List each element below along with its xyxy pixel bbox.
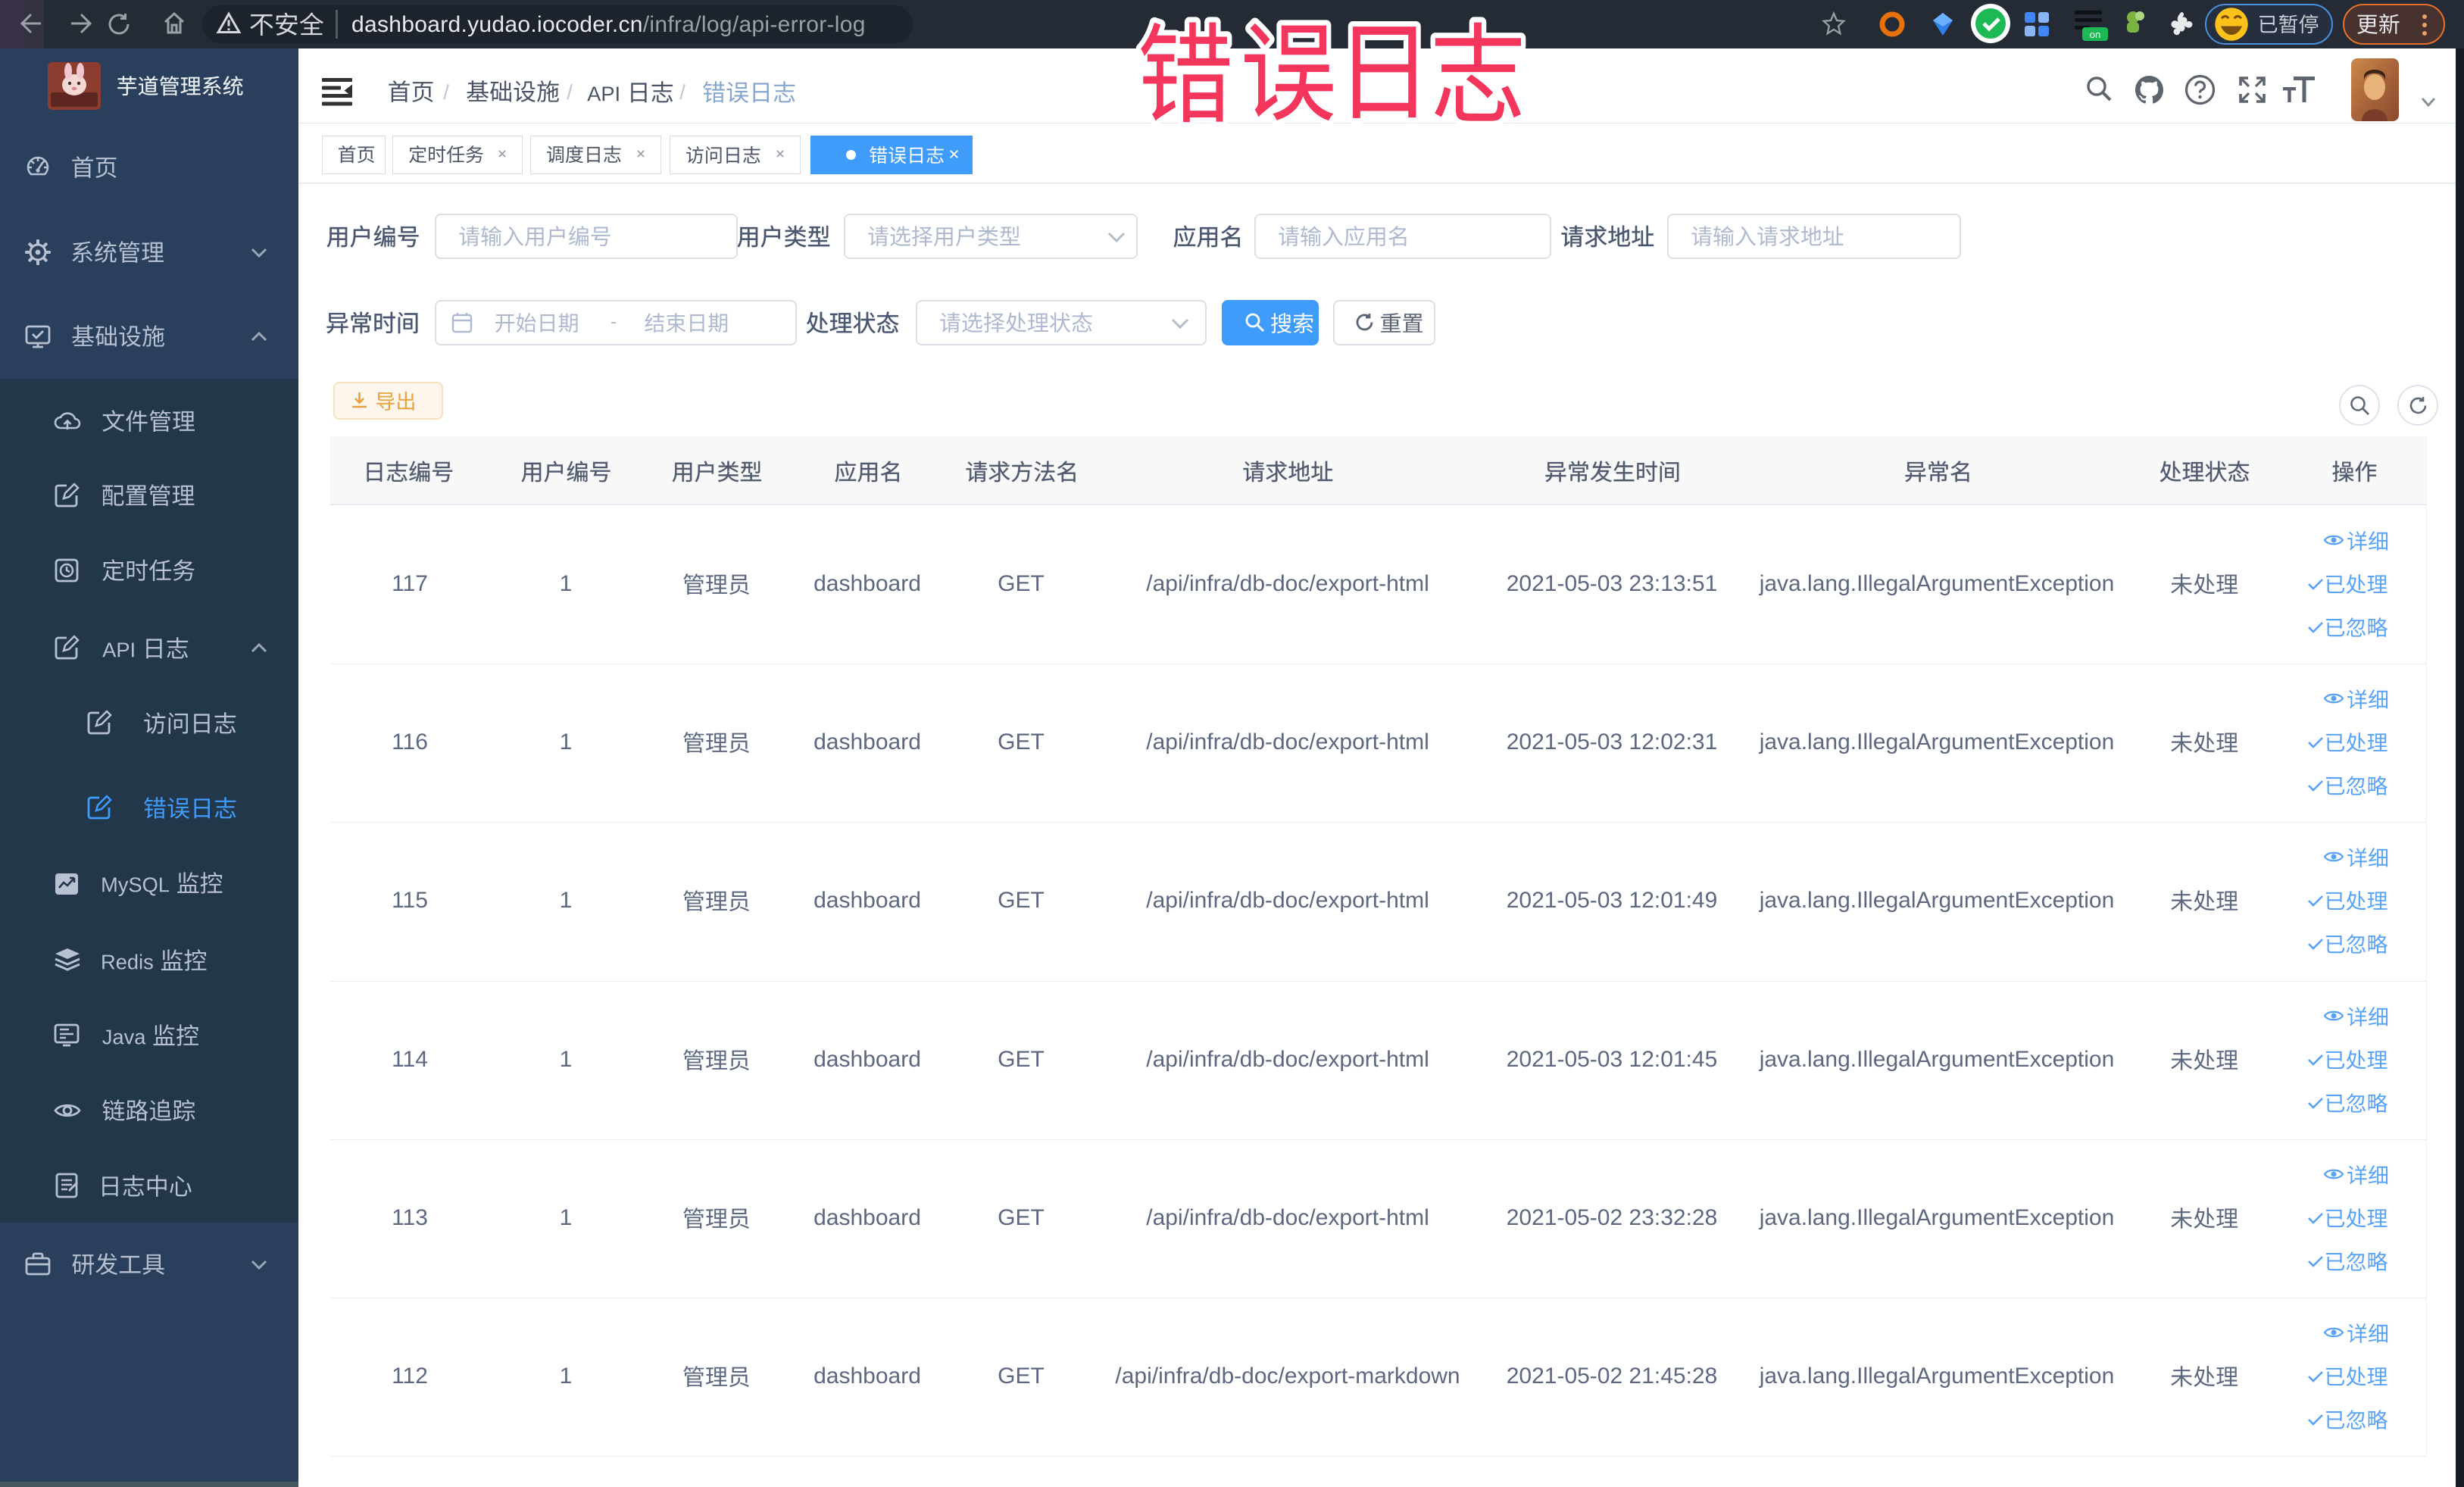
svg-text:on: on [2090, 29, 2100, 40]
